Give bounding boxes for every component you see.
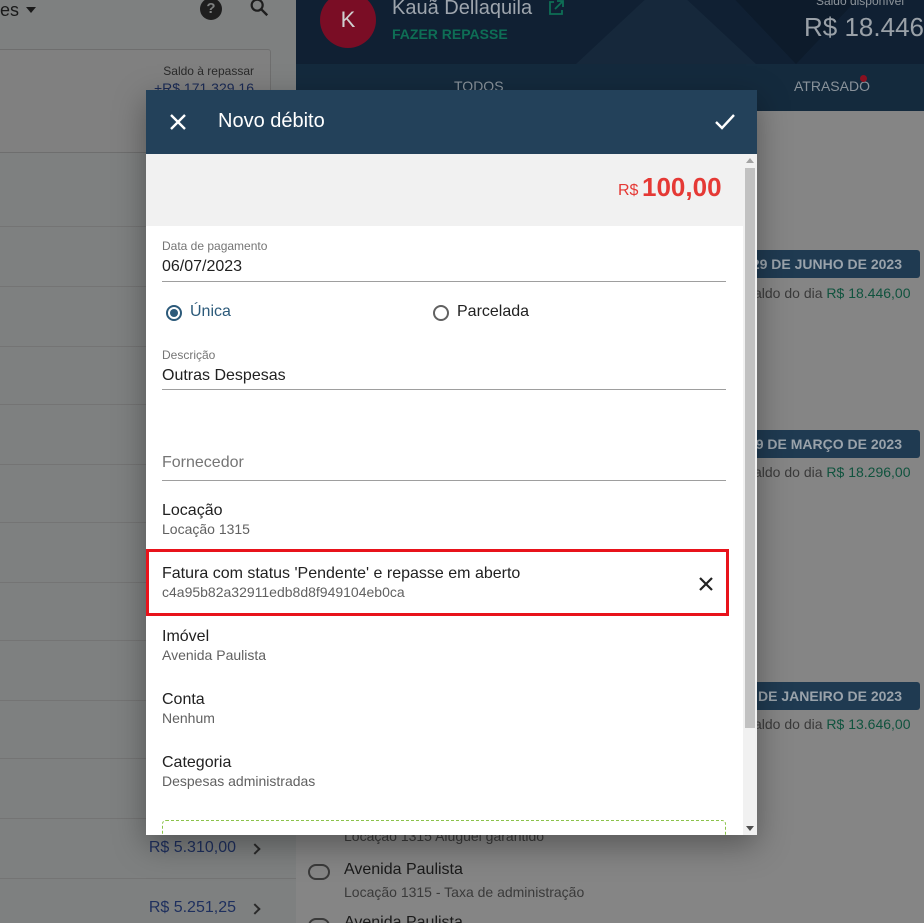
day-saldo-value: R$ 13.646,00 [826, 716, 911, 732]
summary-label: Saldo à repassar [163, 64, 254, 78]
day-saldo: aldo do dia R$ 18.296,00 [754, 464, 910, 480]
client-name[interactable]: Kauã Dellaquila [392, 0, 532, 20]
day-saldo-label: aldo do dia [754, 464, 823, 480]
fazer-repasse-button[interactable]: FAZER REPASSE [392, 26, 508, 42]
list-toolbar: es ? [0, 0, 296, 40]
description-label: Descrição [162, 348, 216, 362]
remove-icon[interactable] [698, 576, 714, 592]
payment-date-label: Data de pagamento [162, 239, 268, 253]
day-saldo: aldo do dia R$ 13.646,00 [754, 716, 910, 732]
scroll-down-arrow-icon[interactable] [746, 826, 754, 831]
tab-atrasado[interactable]: ATRASADO [794, 78, 870, 94]
close-icon[interactable] [168, 112, 188, 132]
amount-currency: R$ [618, 182, 639, 199]
scroll-up-arrow-icon[interactable] [746, 158, 754, 163]
piggy-bank-icon [308, 918, 330, 923]
caret-down-icon[interactable] [26, 7, 36, 13]
item-subtitle: Nenhum [162, 710, 215, 726]
attachment-dropzone[interactable] [162, 820, 726, 835]
item-subtitle: Locação 1315 [162, 521, 250, 537]
item-subtitle: c4a95b82a32911edb8d8f949104eb0ca [162, 584, 405, 600]
amount-value[interactable]: 100,00 [642, 172, 722, 203]
entry-title[interactable]: Avenida Paulista [344, 861, 463, 879]
dialog-scrollbar[interactable] [743, 154, 757, 835]
date-chip: 31 DE JANEIRO DE 2023 [734, 682, 920, 710]
item-title: Locação [162, 502, 223, 519]
date-chip: 9 DE MARÇO DE 2023 [751, 430, 920, 458]
radio-unica[interactable] [166, 305, 182, 321]
row-amount: R$ 5.251,25 [148, 899, 236, 916]
payment-date-underline [162, 281, 726, 282]
dialog-header: Novo débito [146, 90, 757, 154]
radio-parcelada-label[interactable]: Parcelada [457, 303, 529, 321]
filter-dropdown[interactable]: es [0, 0, 19, 21]
amount-field[interactable]: R$ 100,00 [146, 154, 743, 226]
payment-date-input[interactable]: 06/07/2023 [162, 258, 242, 276]
client-header: K Kauã Dellaquila FAZER REPASSE Saldo di… [296, 0, 924, 64]
chevron-right-icon[interactable] [249, 903, 261, 915]
dialog-title: Novo débito [218, 110, 325, 132]
day-saldo-label: aldo do dia [754, 716, 823, 732]
chevron-right-icon[interactable] [249, 843, 261, 855]
piggy-bank-icon [308, 864, 330, 880]
list-row[interactable]: R$ 5.251,25 [0, 878, 296, 923]
radio-unica-label[interactable]: Única [190, 303, 231, 321]
item-title: Conta [162, 691, 205, 708]
item-subtitle: Despesas administradas [162, 773, 316, 789]
supplier-input[interactable]: Fornecedor [162, 454, 244, 472]
entry-title[interactable]: Avenida Paulista [344, 914, 463, 923]
supplier-underline [162, 480, 726, 481]
item-title: Categoria [162, 754, 232, 771]
saldo-label: Saldo disponível [815, 0, 904, 8]
dialog-body: R$ 100,00 Data de pagamento 06/07/2023 Ú… [146, 154, 743, 835]
row-amount: R$ 5.310,00 [148, 839, 236, 856]
notification-dot [860, 75, 867, 82]
day-saldo-value: R$ 18.446,00 [826, 285, 911, 301]
day-saldo-label: aldo do dia [754, 285, 823, 301]
avatar: K [320, 0, 376, 48]
entry-subtitle: Locação 1315 - Taxa de administração [344, 884, 585, 900]
help-icon[interactable]: ? [200, 0, 222, 20]
check-icon[interactable] [714, 112, 736, 132]
scroll-thumb[interactable] [745, 168, 755, 728]
date-chip: 29 DE JUNHO DE 2023 [747, 250, 920, 278]
new-debit-dialog: Novo débito R$ 100,00 Data de pagamento … [146, 90, 757, 835]
description-underline [162, 389, 726, 390]
item-title: Fatura com status 'Pendente' e repasse e… [162, 565, 521, 582]
day-saldo-value: R$ 18.296,00 [826, 464, 911, 480]
item-subtitle: Avenida Paulista [162, 647, 267, 663]
item-title: Imóvel [162, 628, 210, 645]
description-input[interactable]: Outras Despesas [162, 367, 286, 385]
search-icon[interactable] [248, 0, 270, 18]
radio-parcelada[interactable] [433, 305, 449, 321]
external-link-icon[interactable] [548, 0, 564, 16]
day-saldo: aldo do dia R$ 18.446,00 [754, 285, 910, 301]
saldo-value: R$ 18.446 [804, 12, 924, 42]
